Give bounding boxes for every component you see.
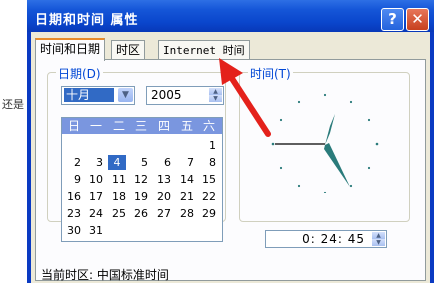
calendar-day[interactable]: 22 bbox=[198, 189, 216, 204]
weekday-label: 四 bbox=[157, 119, 170, 133]
tab-timezone[interactable]: 时区 bbox=[111, 40, 146, 60]
minute-hand bbox=[324, 143, 350, 187]
calendar-day[interactable]: 8 bbox=[198, 155, 216, 170]
dialog-client-area: 时间和日期 时区 Internet 时间 日期(D) 十月 ▼ 2005 ▲ ▼… bbox=[31, 32, 430, 283]
calendar-day[interactable]: 19 bbox=[130, 189, 148, 204]
calendar-day[interactable]: 28 bbox=[176, 206, 194, 221]
background-text: 还是 bbox=[2, 98, 24, 111]
calendar-day[interactable]: 10 bbox=[85, 172, 103, 187]
timezone-caption: 当前时区: bbox=[41, 268, 94, 282]
calendar-day[interactable]: 11 bbox=[108, 172, 126, 187]
calendar-day[interactable]: 18 bbox=[108, 189, 126, 204]
calendar-day[interactable]: 21 bbox=[176, 189, 194, 204]
calendar-day[interactable]: 15 bbox=[198, 172, 216, 187]
window-title: 日期和时间 属性 bbox=[35, 13, 139, 28]
calendar-day[interactable]: 27 bbox=[153, 206, 171, 221]
calendar-grid[interactable]: 日 一 二 三 四 五 六 1 2 3 4 5 6 7 8 9 10 11 12 13 14 15 16 17 1… bbox=[61, 117, 223, 242]
background-page: 还是 bbox=[0, 0, 30, 283]
weekday-label: 二 bbox=[112, 119, 125, 133]
date-groupbox: 日期(D) 十月 ▼ 2005 ▲ ▼ 日 一 二 三 四 五 六 1 2 3 … bbox=[47, 65, 226, 242]
calendar-day[interactable]: 29 bbox=[198, 206, 216, 221]
close-button[interactable]: ✕ bbox=[406, 8, 429, 31]
close-icon: ✕ bbox=[411, 10, 424, 28]
calendar-day-selected[interactable]: 4 bbox=[108, 155, 126, 170]
calendar-day[interactable]: 26 bbox=[130, 206, 148, 221]
time-group-title: 时间(T) bbox=[248, 65, 293, 82]
month-value: 十月 bbox=[64, 88, 114, 102]
calendar-day[interactable]: 3 bbox=[85, 155, 103, 170]
timezone-name: 中国标准时间 bbox=[96, 268, 169, 282]
calendar-day[interactable]: 17 bbox=[85, 189, 103, 204]
calendar-day[interactable]: 30 bbox=[63, 223, 81, 238]
calendar-day[interactable]: 24 bbox=[85, 206, 103, 221]
calendar-day[interactable]: 1 bbox=[198, 138, 216, 153]
calendar-day[interactable]: 5 bbox=[130, 155, 148, 170]
question-icon: ? bbox=[388, 10, 397, 28]
calendar-day[interactable]: 13 bbox=[153, 172, 171, 187]
weekday-label: 三 bbox=[134, 119, 147, 133]
calendar-day[interactable]: 23 bbox=[63, 206, 81, 221]
hour-hand bbox=[325, 114, 335, 145]
weekday-label: 一 bbox=[89, 119, 102, 133]
time-spinner[interactable]: 0: 24: 45 ▲ ▼ bbox=[265, 230, 387, 248]
chevron-down-icon[interactable]: ▼ bbox=[118, 88, 133, 102]
calendar-day[interactable]: 2 bbox=[63, 155, 81, 170]
spin-down-icon[interactable]: ▼ bbox=[372, 239, 385, 246]
calendar-day[interactable]: 7 bbox=[176, 155, 194, 170]
calendar-day[interactable]: 14 bbox=[176, 172, 194, 187]
time-value: 0: 24: 45 bbox=[302, 232, 365, 246]
year-spinner[interactable]: 2005 ▲ ▼ bbox=[146, 86, 224, 105]
datetime-properties-dialog: 日期和时间 属性 ? ✕ 时间和日期 时区 Internet 时间 日期(D) … bbox=[27, 0, 434, 283]
calendar-day[interactable]: 9 bbox=[63, 172, 81, 187]
calendar-day[interactable]: 6 bbox=[153, 155, 171, 170]
date-group-title: 日期(D) bbox=[56, 65, 103, 82]
calendar-day[interactable]: 16 bbox=[63, 189, 81, 204]
tab-internet-time[interactable]: Internet 时间 bbox=[158, 40, 250, 60]
calendar-day[interactable]: 20 bbox=[153, 189, 171, 204]
calendar-day[interactable]: 25 bbox=[108, 206, 126, 221]
calendar-day[interactable]: 31 bbox=[85, 223, 103, 238]
calendar-day[interactable]: 12 bbox=[130, 172, 148, 187]
month-dropdown[interactable]: 十月 ▼ bbox=[61, 86, 135, 105]
tab-time-and-date[interactable]: 时间和日期 bbox=[35, 38, 106, 61]
tab-panel: 日期(D) 十月 ▼ 2005 ▲ ▼ 日 一 二 三 四 五 六 1 2 3 … bbox=[35, 59, 426, 281]
time-groupbox: 时间(T) 0: 24: 45 ▲ ▼ bbox=[239, 65, 410, 248]
weekday-label: 五 bbox=[180, 119, 193, 133]
help-button[interactable]: ? bbox=[381, 8, 404, 31]
spin-up-icon[interactable]: ▲ bbox=[209, 88, 222, 95]
analog-clock bbox=[271, 93, 379, 193]
weekday-label: 日 bbox=[67, 119, 80, 133]
timezone-status: 当前时区: 中国标准时间 bbox=[41, 266, 169, 283]
title-bar[interactable]: 日期和时间 属性 ? ✕ bbox=[27, 0, 434, 32]
spin-up-icon[interactable]: ▲ bbox=[372, 232, 385, 239]
year-value: 2005 bbox=[151, 88, 182, 102]
spin-down-icon[interactable]: ▼ bbox=[209, 95, 222, 102]
calendar-weekday-header: 日 一 二 三 四 五 六 bbox=[62, 118, 222, 134]
weekday-label: 六 bbox=[202, 119, 215, 133]
